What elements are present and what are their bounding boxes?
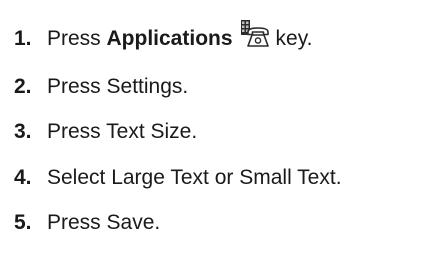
step-number: 4. bbox=[14, 166, 32, 189]
applications-key-label: Applications bbox=[106, 27, 233, 50]
step-number: 3. bbox=[14, 120, 32, 143]
step-number: 2. bbox=[14, 75, 32, 98]
step-2: 2. Press Settings. bbox=[14, 72, 188, 102]
step-text: Press Text Size. bbox=[47, 120, 198, 143]
step-text: Press Save. bbox=[47, 211, 161, 234]
step-text: Select Large Text or Small Text. bbox=[47, 166, 342, 189]
step-4: 4. Select Large Text or Small Text. bbox=[14, 163, 342, 193]
step-prefix: Press bbox=[47, 27, 107, 50]
step-text: Press Applications key. bbox=[47, 20, 313, 54]
step-5: 5. Press Save. bbox=[14, 208, 160, 238]
step-1: 1. Press Applications key. bbox=[14, 20, 313, 54]
applications-phone-icon bbox=[238, 19, 272, 49]
step-number: 1. bbox=[14, 27, 32, 50]
step-suffix: key. bbox=[275, 27, 313, 50]
step-3: 3. Press Text Size. bbox=[14, 117, 197, 147]
step-number: 5. bbox=[14, 211, 32, 234]
step-text: Press Settings. bbox=[47, 75, 189, 98]
